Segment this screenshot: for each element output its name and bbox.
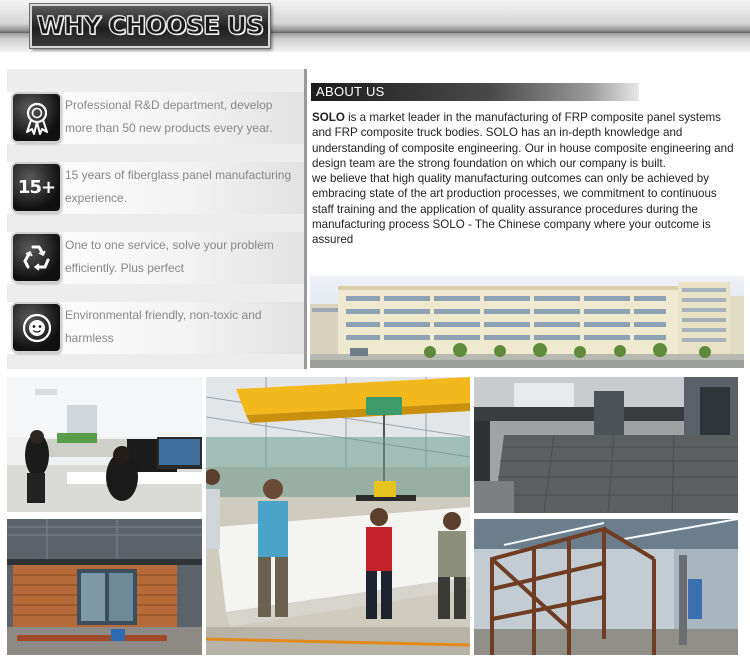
factory-building-image xyxy=(310,276,744,368)
about-heading: ABOUT US xyxy=(316,84,385,99)
office-photo xyxy=(7,377,202,512)
workers-lifting-panel-photo xyxy=(206,377,470,655)
feature-text: 15 years of fiberglass panel manufacturi… xyxy=(65,168,292,205)
award-ribbon-icon xyxy=(13,94,60,141)
feature-item: One to one service, solve your problem e… xyxy=(7,232,304,284)
feature-text: One to one service, solve your problem e… xyxy=(65,238,274,275)
recycle-icon xyxy=(13,234,60,281)
badge-15-plus-icon: 15+ xyxy=(13,164,60,211)
about-paragraph-2: we believe that high quality manufacturi… xyxy=(312,172,717,247)
feature-item: Environmental friendly, non-toxic and ha… xyxy=(7,302,304,354)
container-house-photo xyxy=(7,519,202,655)
header-banner: WHY CHOOSE US xyxy=(0,0,750,52)
feature-item: 15+ 15 years of fiberglass panel manufac… xyxy=(7,162,304,214)
page-title: WHY CHOOSE US xyxy=(36,10,264,40)
badge-15-plus-label: 15+ xyxy=(17,177,56,198)
steel-frame-photo xyxy=(474,519,738,655)
about-paragraph-1: is a market leader in the manufacturing … xyxy=(312,111,734,170)
eco-face-icon xyxy=(13,304,60,351)
feature-text: Professional R&D department, develop mor… xyxy=(65,98,273,135)
cnc-machine-photo xyxy=(474,377,738,513)
features-panel: Professional R&D department, develop mor… xyxy=(7,69,307,369)
feature-text: Environmental friendly, non-toxic and ha… xyxy=(65,308,262,345)
about-text: SOLO is a market leader in the manufactu… xyxy=(312,110,740,248)
about-brand: SOLO xyxy=(312,111,345,124)
feature-item: Professional R&D department, develop mor… xyxy=(7,92,304,144)
